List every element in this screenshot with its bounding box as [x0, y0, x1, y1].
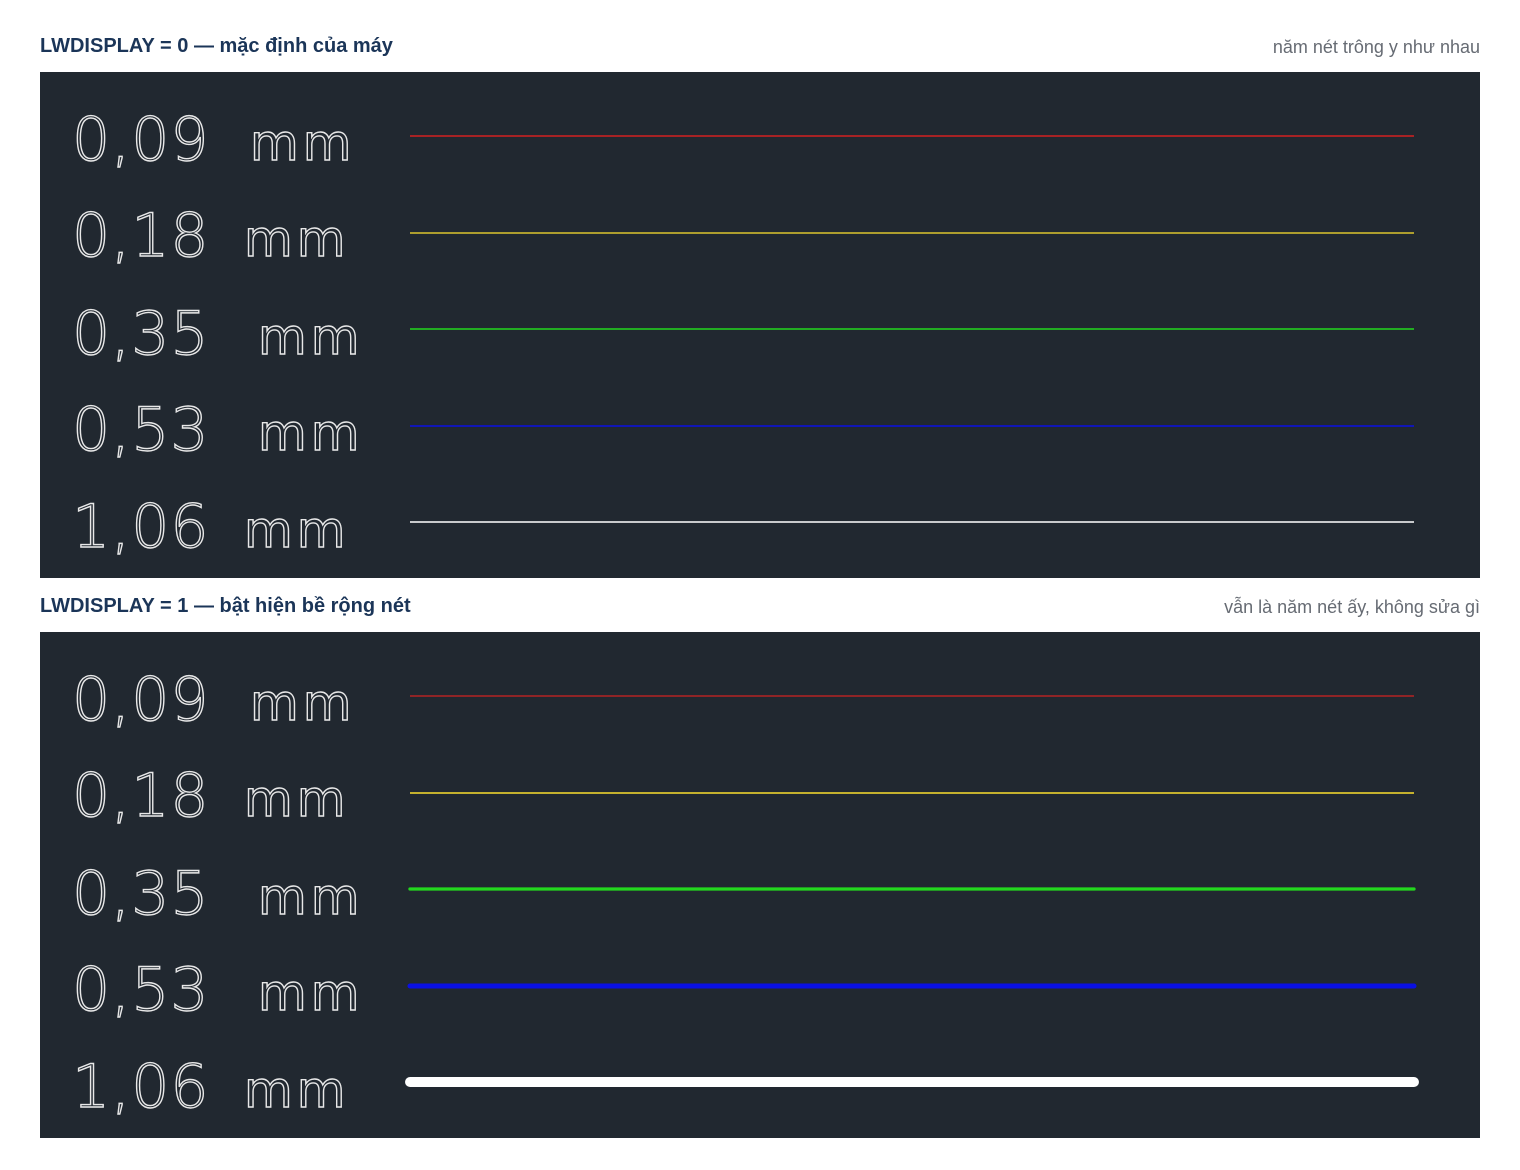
lineweight-value-label: 0,18 — [72, 761, 210, 831]
lineweight-unit-label: mm — [244, 501, 349, 559]
lineweight-unit-label: mm — [258, 404, 363, 462]
lineweight-value-label: 1,06 — [72, 1052, 210, 1122]
lineweight-value-label: 0,18 — [72, 201, 210, 271]
lineweight-row: 0,18 mm — [71, 200, 1414, 272]
lineweight-unit-label: mm — [244, 1061, 349, 1119]
lineweight-panel-on: 0,09 mm 0,18 mm 0,35 mm 0,53 mm 1,06 mm — [40, 632, 1480, 1138]
lineweight-value-label: 0,09 — [72, 665, 210, 735]
panel-title: LWDISPLAY = 0 — mặc định của máy — [40, 35, 393, 57]
panel-note: vẫn là năm nét ấy, không sửa gì — [1224, 597, 1480, 617]
lineweight-row: 0,09 mm — [71, 664, 1414, 736]
lineweight-canvas: 0,09 mm 0,18 mm 0,35 mm 0,53 mm 1,06 mm — [71, 104, 1414, 563]
panel-header-1: LWDISPLAY = 0 — mặc định của máy năm nét… — [40, 35, 1480, 66]
lineweight-unit-label: mm — [250, 114, 355, 172]
panel-header-2: LWDISPLAY = 1 — bật hiện bề rộng nét vẫn… — [40, 595, 1480, 626]
lineweight-value-label: 0,35 — [72, 299, 210, 369]
panel-title: LWDISPLAY = 1 — bật hiện bề rộng nét — [40, 595, 411, 617]
lineweight-row: 0,35 mm — [71, 298, 1414, 370]
lineweight-unit-label: mm — [258, 868, 363, 926]
lineweight-value-label: 0,53 — [72, 395, 210, 465]
lineweight-unit-label: mm — [258, 964, 363, 1022]
lineweight-unit-label: mm — [258, 308, 363, 366]
lineweight-row: 1,06 mm — [71, 491, 1414, 563]
lineweight-row: 0,09 mm — [71, 104, 1414, 176]
lineweight-unit-label: mm — [244, 210, 349, 268]
lineweight-value-label: 0,09 — [72, 105, 210, 175]
lineweight-panel-off: 0,09 mm 0,18 mm 0,35 mm 0,53 mm 1,06 mm — [40, 72, 1480, 578]
lineweight-row: 0,18 mm — [71, 760, 1414, 832]
lineweight-unit-label: mm — [250, 674, 355, 732]
lineweight-row: 0,35 mm — [71, 858, 1416, 930]
lineweight-canvas: 0,09 mm 0,18 mm 0,35 mm 0,53 mm 1,06 mm — [71, 664, 1419, 1123]
lineweight-row: 1,06 mm — [71, 1051, 1419, 1123]
panel-note: năm nét trông y như nhau — [1272, 37, 1480, 57]
lineweight-value-label: 0,35 — [72, 859, 210, 929]
lineweight-unit-label: mm — [244, 770, 349, 828]
lineweight-row: 0,53 mm — [71, 394, 1414, 466]
lineweight-value-label: 0,53 — [72, 955, 210, 1025]
lineweight-row: 0,53 mm — [71, 954, 1417, 1026]
lineweight-value-label: 1,06 — [72, 492, 210, 562]
